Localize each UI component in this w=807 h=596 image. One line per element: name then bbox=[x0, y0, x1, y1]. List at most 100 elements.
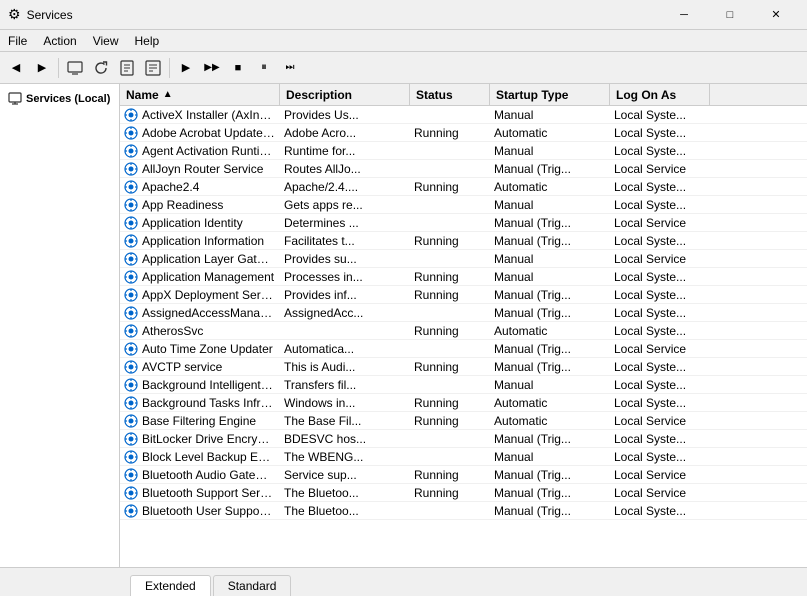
service-logon: Local Syste... bbox=[610, 142, 710, 159]
service-status bbox=[410, 214, 490, 231]
table-row[interactable]: Bluetooth User Support Ser... The Blueto… bbox=[120, 502, 807, 520]
service-icon bbox=[124, 126, 138, 140]
table-row[interactable]: Base Filtering Engine The Base Fil...Run… bbox=[120, 412, 807, 430]
table-row[interactable]: Application Information Facilitates t...… bbox=[120, 232, 807, 250]
service-description bbox=[280, 322, 410, 339]
table-row[interactable]: Agent Activation Runtime_... Runtime for… bbox=[120, 142, 807, 160]
service-description: The Base Fil... bbox=[280, 412, 410, 429]
start-service-button[interactable]: ▶ bbox=[174, 56, 198, 80]
service-status bbox=[410, 430, 490, 447]
table-row[interactable]: Auto Time Zone Updater Automatica...Manu… bbox=[120, 340, 807, 358]
service-logon: Local Syste... bbox=[610, 322, 710, 339]
table-row[interactable]: Bluetooth Support Service The Bluetoo...… bbox=[120, 484, 807, 502]
table-row[interactable]: AppX Deployment Service (... Provides in… bbox=[120, 286, 807, 304]
col-status[interactable]: Status bbox=[410, 84, 490, 105]
service-logon: Local Service bbox=[610, 160, 710, 177]
service-logon: Local Service bbox=[610, 340, 710, 357]
table-row[interactable]: Bluetooth Audio Gateway S... Service sup… bbox=[120, 466, 807, 484]
service-icon bbox=[124, 378, 138, 392]
export-list-button[interactable] bbox=[115, 56, 139, 80]
service-status bbox=[410, 376, 490, 393]
menu-help[interactable]: Help bbox=[127, 30, 168, 51]
service-logon: Local Service bbox=[610, 466, 710, 483]
col-startup[interactable]: Startup Type bbox=[490, 84, 610, 105]
service-icon bbox=[124, 234, 138, 248]
col-name[interactable]: Name ▲ bbox=[120, 84, 280, 105]
service-startup: Manual (Trig... bbox=[490, 214, 610, 231]
service-name-cell: Adobe Acrobat Update Serv... bbox=[120, 124, 280, 141]
table-row[interactable]: AtherosSvc RunningAutomaticLocal Syste..… bbox=[120, 322, 807, 340]
table-row[interactable]: AVCTP service This is Audi...RunningManu… bbox=[120, 358, 807, 376]
table-row[interactable]: App Readiness Gets apps re...ManualLocal… bbox=[120, 196, 807, 214]
minimize-button[interactable]: ─ bbox=[661, 0, 707, 30]
table-row[interactable]: Application Identity Determines ...Manua… bbox=[120, 214, 807, 232]
table-row[interactable]: ActiveX Installer (AxInstSV) Provides Us… bbox=[120, 106, 807, 124]
service-name-cell: Bluetooth Audio Gateway S... bbox=[120, 466, 280, 483]
service-status: Running bbox=[410, 412, 490, 429]
properties-button[interactable] bbox=[141, 56, 165, 80]
service-name-cell: Bluetooth Support Service bbox=[120, 484, 280, 501]
service-description: This is Audi... bbox=[280, 358, 410, 375]
show-console-button[interactable] bbox=[63, 56, 87, 80]
stop-service-button[interactable]: ■ bbox=[226, 56, 250, 80]
maximize-button[interactable]: □ bbox=[707, 0, 753, 30]
service-description: AssignedAcc... bbox=[280, 304, 410, 321]
service-description: The Bluetoo... bbox=[280, 502, 410, 519]
table-body[interactable]: ActiveX Installer (AxInstSV) Provides Us… bbox=[120, 106, 807, 567]
service-logon: Local Service bbox=[610, 412, 710, 429]
table-row[interactable]: Background Intelligent Tran... Transfers… bbox=[120, 376, 807, 394]
service-icon bbox=[124, 396, 138, 410]
table-row[interactable]: Apache2.4 Apache/2.4....RunningAutomatic… bbox=[120, 178, 807, 196]
service-description: Determines ... bbox=[280, 214, 410, 231]
service-icon bbox=[124, 180, 138, 194]
service-name: Block Level Backup Engine ... bbox=[142, 450, 275, 464]
table-row[interactable]: Application Management Processes in...Ru… bbox=[120, 268, 807, 286]
service-name-cell: AtherosSvc bbox=[120, 322, 280, 339]
service-status: Running bbox=[410, 466, 490, 483]
service-logon: Local Syste... bbox=[610, 268, 710, 285]
col-description[interactable]: Description bbox=[280, 84, 410, 105]
table-row[interactable]: Adobe Acrobat Update Serv... Adobe Acro.… bbox=[120, 124, 807, 142]
table-row[interactable]: Block Level Backup Engine ... The WBENG.… bbox=[120, 448, 807, 466]
tab-extended[interactable]: Extended bbox=[130, 575, 211, 596]
service-logon: Local Syste... bbox=[610, 286, 710, 303]
service-description: Provides su... bbox=[280, 250, 410, 267]
service-status bbox=[410, 160, 490, 177]
status-bar: Extended Standard bbox=[0, 567, 807, 595]
service-startup: Manual (Trig... bbox=[490, 430, 610, 447]
menu-view[interactable]: View bbox=[85, 30, 127, 51]
service-startup: Manual (Trig... bbox=[490, 340, 610, 357]
tab-area: Extended Standard bbox=[0, 568, 293, 596]
left-panel-title[interactable]: Services (Local) bbox=[8, 92, 111, 106]
table-row[interactable]: BitLocker Drive Encryption ... BDESVC ho… bbox=[120, 430, 807, 448]
close-button[interactable]: ✕ bbox=[753, 0, 799, 30]
service-name-cell: Auto Time Zone Updater bbox=[120, 340, 280, 357]
service-startup: Automatic bbox=[490, 412, 610, 429]
service-startup: Manual (Trig... bbox=[490, 286, 610, 303]
service-icon bbox=[124, 414, 138, 428]
col-logon[interactable]: Log On As bbox=[610, 84, 710, 105]
forward-button[interactable]: ▶ bbox=[30, 56, 54, 80]
refresh-button[interactable] bbox=[89, 56, 113, 80]
tab-standard[interactable]: Standard bbox=[213, 575, 292, 596]
service-startup: Manual bbox=[490, 250, 610, 267]
menu-file[interactable]: File bbox=[0, 30, 35, 51]
right-panel: Name ▲ Description Status Startup Type L… bbox=[120, 84, 807, 567]
service-logon: Local Syste... bbox=[610, 376, 710, 393]
restart-service-button[interactable]: ⏭ bbox=[278, 56, 302, 80]
service-description: Routes AllJo... bbox=[280, 160, 410, 177]
table-row[interactable]: Background Tasks Infrastruc... Windows i… bbox=[120, 394, 807, 412]
pause-service-button[interactable]: ⏸ bbox=[252, 56, 276, 80]
resume-button[interactable]: ▶▶ bbox=[200, 56, 224, 80]
service-status bbox=[410, 196, 490, 213]
toolbar: ◀ ▶ ▶ ▶▶ ■ ⏸ ⏭ bbox=[0, 52, 807, 84]
table-row[interactable]: Application Layer Gateway ... Provides s… bbox=[120, 250, 807, 268]
table-row[interactable]: AllJoyn Router Service Routes AllJo...Ma… bbox=[120, 160, 807, 178]
service-name: Background Tasks Infrastruc... bbox=[142, 396, 275, 410]
table-row[interactable]: AssignedAccessManager Se... AssignedAcc.… bbox=[120, 304, 807, 322]
service-status: Running bbox=[410, 394, 490, 411]
service-status bbox=[410, 106, 490, 123]
back-button[interactable]: ◀ bbox=[4, 56, 28, 80]
service-startup: Manual (Trig... bbox=[490, 160, 610, 177]
menu-action[interactable]: Action bbox=[35, 30, 84, 51]
